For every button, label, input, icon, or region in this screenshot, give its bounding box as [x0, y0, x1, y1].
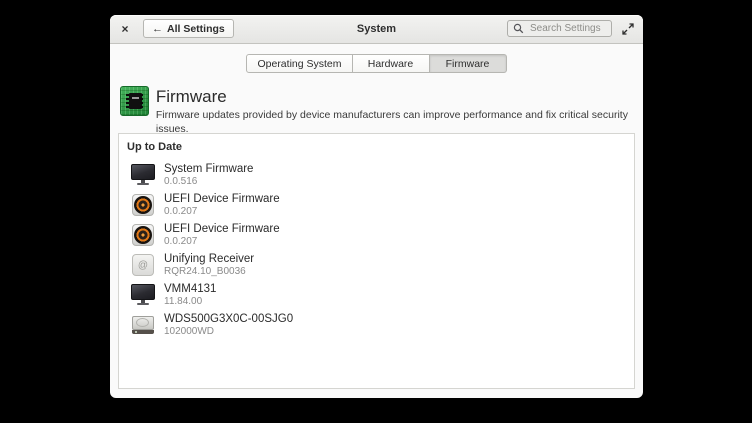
monitor-icon: [131, 283, 155, 307]
firmware-item: WDS500G3X0C-00SJG0 102000WD: [127, 313, 626, 337]
headerbar[interactable]: × ← All Settings System: [110, 15, 643, 44]
settings-window: × ← All Settings System Operating System…: [110, 15, 643, 398]
monitor-icon: [131, 163, 155, 187]
search-icon: [513, 23, 524, 34]
view-switcher: Operating System Hardware Firmware: [110, 54, 643, 73]
firmware-name: UEFI Device Firmware: [164, 223, 280, 236]
all-settings-button[interactable]: ← All Settings: [143, 19, 234, 38]
firmware-version: RQR24.10_B0036: [164, 266, 254, 278]
search-box[interactable]: [507, 20, 612, 37]
tab-hardware[interactable]: Hardware: [352, 54, 430, 73]
search-input[interactable]: [528, 22, 612, 35]
page-description: Firmware updates provided by device manu…: [156, 108, 643, 136]
receiver-icon: [131, 253, 155, 277]
firmware-name: WDS500G3X0C-00SJG0: [164, 313, 293, 326]
tab-firmware[interactable]: Firmware: [429, 54, 507, 73]
firmware-chip-icon: [120, 86, 149, 116]
close-icon[interactable]: ×: [116, 20, 134, 38]
back-arrow-icon: ←: [152, 23, 163, 35]
section-title: Up to Date: [127, 141, 626, 153]
firmware-name: VMM4131: [164, 283, 216, 296]
firmware-item: UEFI Device Firmware 0.0.207: [127, 223, 626, 247]
firmware-item: System Firmware 0.0.516: [127, 163, 626, 187]
firmware-name: Unifying Receiver: [164, 253, 254, 266]
firmware-name: UEFI Device Firmware: [164, 193, 280, 206]
expand-icon[interactable]: [621, 22, 635, 36]
all-settings-label: All Settings: [167, 23, 225, 35]
firmware-item: UEFI Device Firmware 0.0.207: [127, 193, 626, 217]
firmware-version: 0.0.207: [164, 236, 280, 248]
firmware-name: System Firmware: [164, 163, 253, 176]
page-header: Firmware Firmware updates provided by de…: [120, 86, 643, 136]
firmware-version: 0.0.516: [164, 176, 253, 188]
speaker-icon: [131, 223, 155, 247]
firmware-item: Unifying Receiver RQR24.10_B0036: [127, 253, 626, 277]
firmware-version: 0.0.207: [164, 206, 280, 218]
hard-drive-icon: [131, 313, 155, 337]
firmware-item: VMM4131 11.84.00: [127, 283, 626, 307]
firmware-version: 102000WD: [164, 326, 293, 338]
firmware-version: 11.84.00: [164, 296, 216, 308]
page-title: Firmware: [156, 86, 643, 107]
firmware-panel: Up to Date System Firmware 0.0.516 UEFI …: [118, 133, 635, 389]
tab-operating-system[interactable]: Operating System: [246, 54, 352, 73]
speaker-icon: [131, 193, 155, 217]
